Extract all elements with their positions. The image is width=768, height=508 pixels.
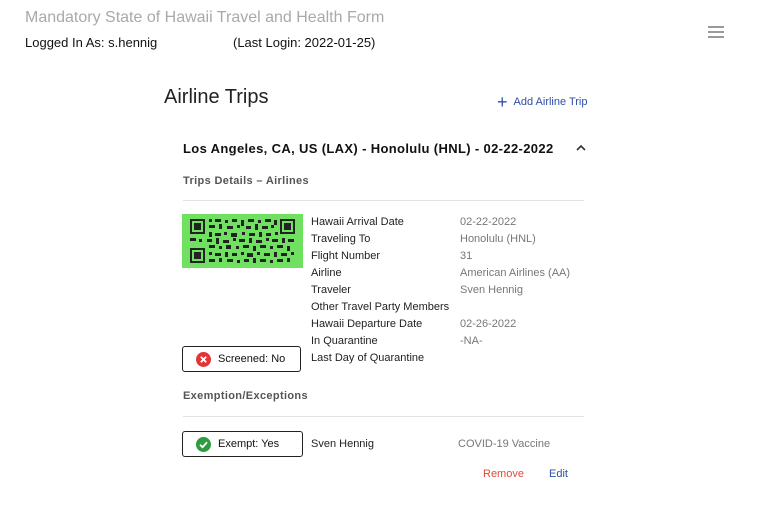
detail-value: -NA-: [460, 335, 483, 347]
detail-label: Traveling To: [311, 233, 371, 245]
detail-value: American Airlines (AA): [460, 267, 571, 279]
divider: [183, 200, 584, 201]
detail-value: 02-26-2022: [460, 318, 517, 330]
screened-status-badge: Screened: No: [182, 346, 301, 372]
remove-button[interactable]: Remove: [483, 468, 524, 480]
detail-label: Traveler: [311, 284, 351, 296]
edit-button[interactable]: Edit: [549, 468, 568, 480]
detail-value: Sven Hennig: [460, 284, 523, 296]
hamburger-menu-icon[interactable]: [708, 26, 724, 38]
exemption-subhead: Exemption/Exceptions: [183, 390, 308, 402]
detail-value: 02-22-2022: [460, 216, 517, 228]
divider: [183, 416, 584, 417]
last-login: (Last Login: 2022-01-25): [233, 35, 376, 50]
detail-label: Hawaii Departure Date: [311, 318, 423, 330]
logged-in-user: Logged In As: s.hennig: [25, 35, 158, 50]
screened-status-label: Screened: No: [218, 353, 286, 365]
detail-label: Flight Number: [311, 250, 381, 262]
trip-heading: Los Angeles, CA, US (LAX) - Honolulu (HN…: [183, 141, 554, 156]
detail-label: Other Travel Party Members: [311, 301, 450, 313]
check-circle-icon: [196, 436, 211, 452]
exemption-traveler-name: Sven Hennig: [311, 438, 374, 450]
detail-label: Last Day of Quarantine: [311, 352, 425, 364]
trip-details-subhead: Trips Details – Airlines: [183, 175, 309, 187]
detail-label: Airline: [311, 267, 342, 279]
detail-value: Honolulu (HNL): [460, 233, 536, 245]
exempt-status-label: Exempt: Yes: [218, 438, 280, 450]
exemption-reason: COVID-19 Vaccine: [458, 438, 551, 450]
detail-value: 31: [460, 250, 473, 262]
add-airline-trip-button[interactable]: + Add Airline Trip: [497, 92, 588, 112]
x-circle-icon: [196, 351, 211, 367]
qr-code: [182, 214, 303, 268]
chevron-up-icon[interactable]: [575, 140, 587, 151]
detail-label: Hawaii Arrival Date: [311, 216, 404, 228]
app-title: Mandatory State of Hawaii Travel and Hea…: [25, 9, 385, 26]
exempt-status-badge: Exempt: Yes: [182, 431, 303, 457]
page-title: Airline Trips: [164, 86, 269, 108]
plus-icon: +: [497, 92, 508, 112]
detail-label: In Quarantine: [311, 335, 378, 347]
add-airline-trip-label: Add Airline Trip: [513, 96, 588, 108]
